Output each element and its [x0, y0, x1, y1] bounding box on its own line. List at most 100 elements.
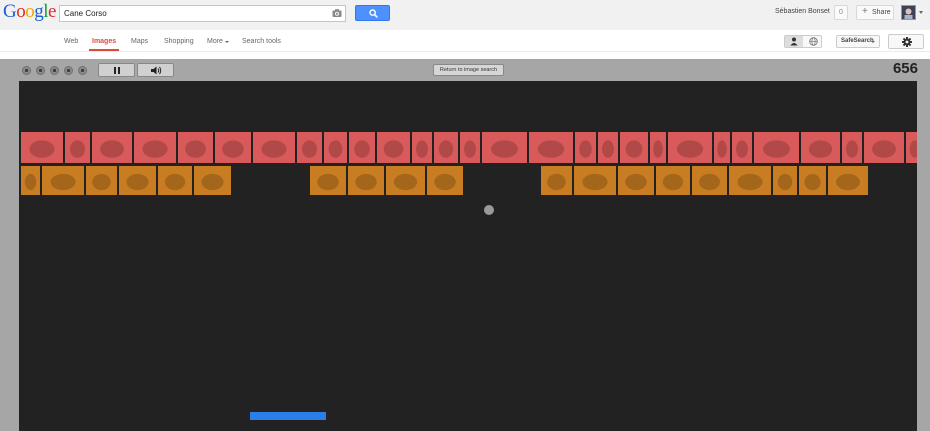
- brick: [215, 132, 251, 163]
- brick: [575, 132, 596, 163]
- brick: [842, 132, 862, 163]
- brick: [349, 132, 375, 163]
- search-button[interactable]: [355, 5, 390, 21]
- brick: [656, 166, 690, 195]
- logo-letter: o: [25, 1, 35, 22]
- logo-letter: G: [3, 1, 17, 22]
- brick: [377, 132, 410, 163]
- brick: [297, 132, 322, 163]
- brick: [574, 166, 616, 195]
- brick: [541, 166, 572, 195]
- chevron-down-icon: [871, 41, 875, 43]
- brick: [799, 166, 826, 195]
- brick: [21, 132, 63, 163]
- tab-more[interactable]: More: [207, 38, 223, 45]
- active-tab-indicator: [89, 49, 119, 51]
- safesearch-label: SafeSearch: [841, 38, 874, 44]
- logo-letter: o: [16, 1, 26, 22]
- sound-button[interactable]: [137, 63, 174, 77]
- brick: [253, 132, 295, 163]
- brick: [754, 132, 799, 163]
- brick: [828, 166, 868, 195]
- control-dot[interactable]: [50, 66, 59, 75]
- user-name[interactable]: Sébastien Bonset: [775, 8, 830, 15]
- brick: [348, 166, 384, 195]
- brick: [158, 166, 192, 195]
- brick: [732, 132, 752, 163]
- brick: [692, 166, 727, 195]
- brick: [65, 132, 90, 163]
- paddle[interactable]: [250, 412, 326, 420]
- avatar[interactable]: [901, 5, 916, 20]
- brick: [598, 132, 618, 163]
- brick: [714, 132, 730, 163]
- plus-icon: +: [862, 6, 868, 17]
- game-controls: Return to image search 656: [0, 59, 930, 81]
- brick: [906, 132, 917, 163]
- brick: [434, 132, 458, 163]
- nav-bar: Web Images Maps Shopping More Search too…: [0, 30, 930, 52]
- control-dot[interactable]: [36, 66, 45, 75]
- brick: [427, 166, 463, 195]
- tab-shopping[interactable]: Shopping: [164, 38, 194, 45]
- brick: [620, 132, 648, 163]
- brick: [650, 132, 666, 163]
- brick: [310, 166, 346, 195]
- brick: [729, 166, 771, 195]
- tab-maps[interactable]: Maps: [131, 38, 148, 45]
- play-area: [19, 81, 917, 431]
- share-label: Share: [872, 9, 891, 16]
- tab-search-tools[interactable]: Search tools: [242, 38, 281, 45]
- safesearch-button[interactable]: SafeSearch: [836, 35, 880, 48]
- speaker-icon: [151, 66, 162, 75]
- tab-images[interactable]: Images: [92, 38, 116, 45]
- game-frame: Return to image search 656: [0, 59, 930, 431]
- brick: [21, 166, 40, 195]
- return-to-image-search-button[interactable]: Return to image search: [433, 64, 504, 76]
- brick: [324, 132, 347, 163]
- brick: [864, 132, 904, 163]
- google-logo[interactable]: Google: [3, 1, 56, 23]
- score: 656: [892, 60, 918, 77]
- chevron-down-icon: [225, 41, 229, 43]
- logo-letter: g: [34, 1, 44, 22]
- brick: [529, 132, 573, 163]
- person-icon[interactable]: [790, 37, 798, 46]
- brick: [42, 166, 84, 195]
- brick: [618, 166, 654, 195]
- brick: [460, 132, 480, 163]
- brick: [482, 132, 527, 163]
- brick: [178, 132, 213, 163]
- top-bar: Google Sébastien Bonset 0 + Share: [0, 0, 930, 30]
- brick-field: [21, 132, 917, 195]
- personal-results-toggle[interactable]: [784, 35, 822, 48]
- brick: [386, 166, 425, 195]
- search-icon: [369, 9, 378, 18]
- settings-button[interactable]: [888, 34, 924, 49]
- brick: [773, 166, 797, 195]
- control-dot[interactable]: [64, 66, 73, 75]
- control-dot[interactable]: [78, 66, 87, 75]
- tab-web[interactable]: Web: [64, 38, 78, 45]
- ball: [484, 205, 494, 215]
- brick: [412, 132, 432, 163]
- brick: [134, 132, 176, 163]
- control-dot[interactable]: [22, 66, 31, 75]
- brick: [801, 132, 840, 163]
- brick: [86, 166, 117, 195]
- chevron-down-icon[interactable]: [919, 11, 923, 14]
- gear-icon: [902, 37, 912, 47]
- camera-icon[interactable]: [332, 8, 342, 18]
- brick: [92, 132, 132, 163]
- globe-icon[interactable]: [809, 37, 818, 46]
- logo-letter: e: [48, 1, 56, 22]
- pause-button[interactable]: [98, 63, 135, 77]
- search-box: [59, 5, 346, 22]
- notification-count[interactable]: 0: [834, 5, 848, 20]
- pause-icon: [114, 67, 120, 74]
- brick: [194, 166, 231, 195]
- search-input[interactable]: [64, 6, 324, 21]
- brick: [119, 166, 156, 195]
- avatar-icon: [902, 6, 915, 19]
- share-button[interactable]: + Share: [856, 5, 894, 20]
